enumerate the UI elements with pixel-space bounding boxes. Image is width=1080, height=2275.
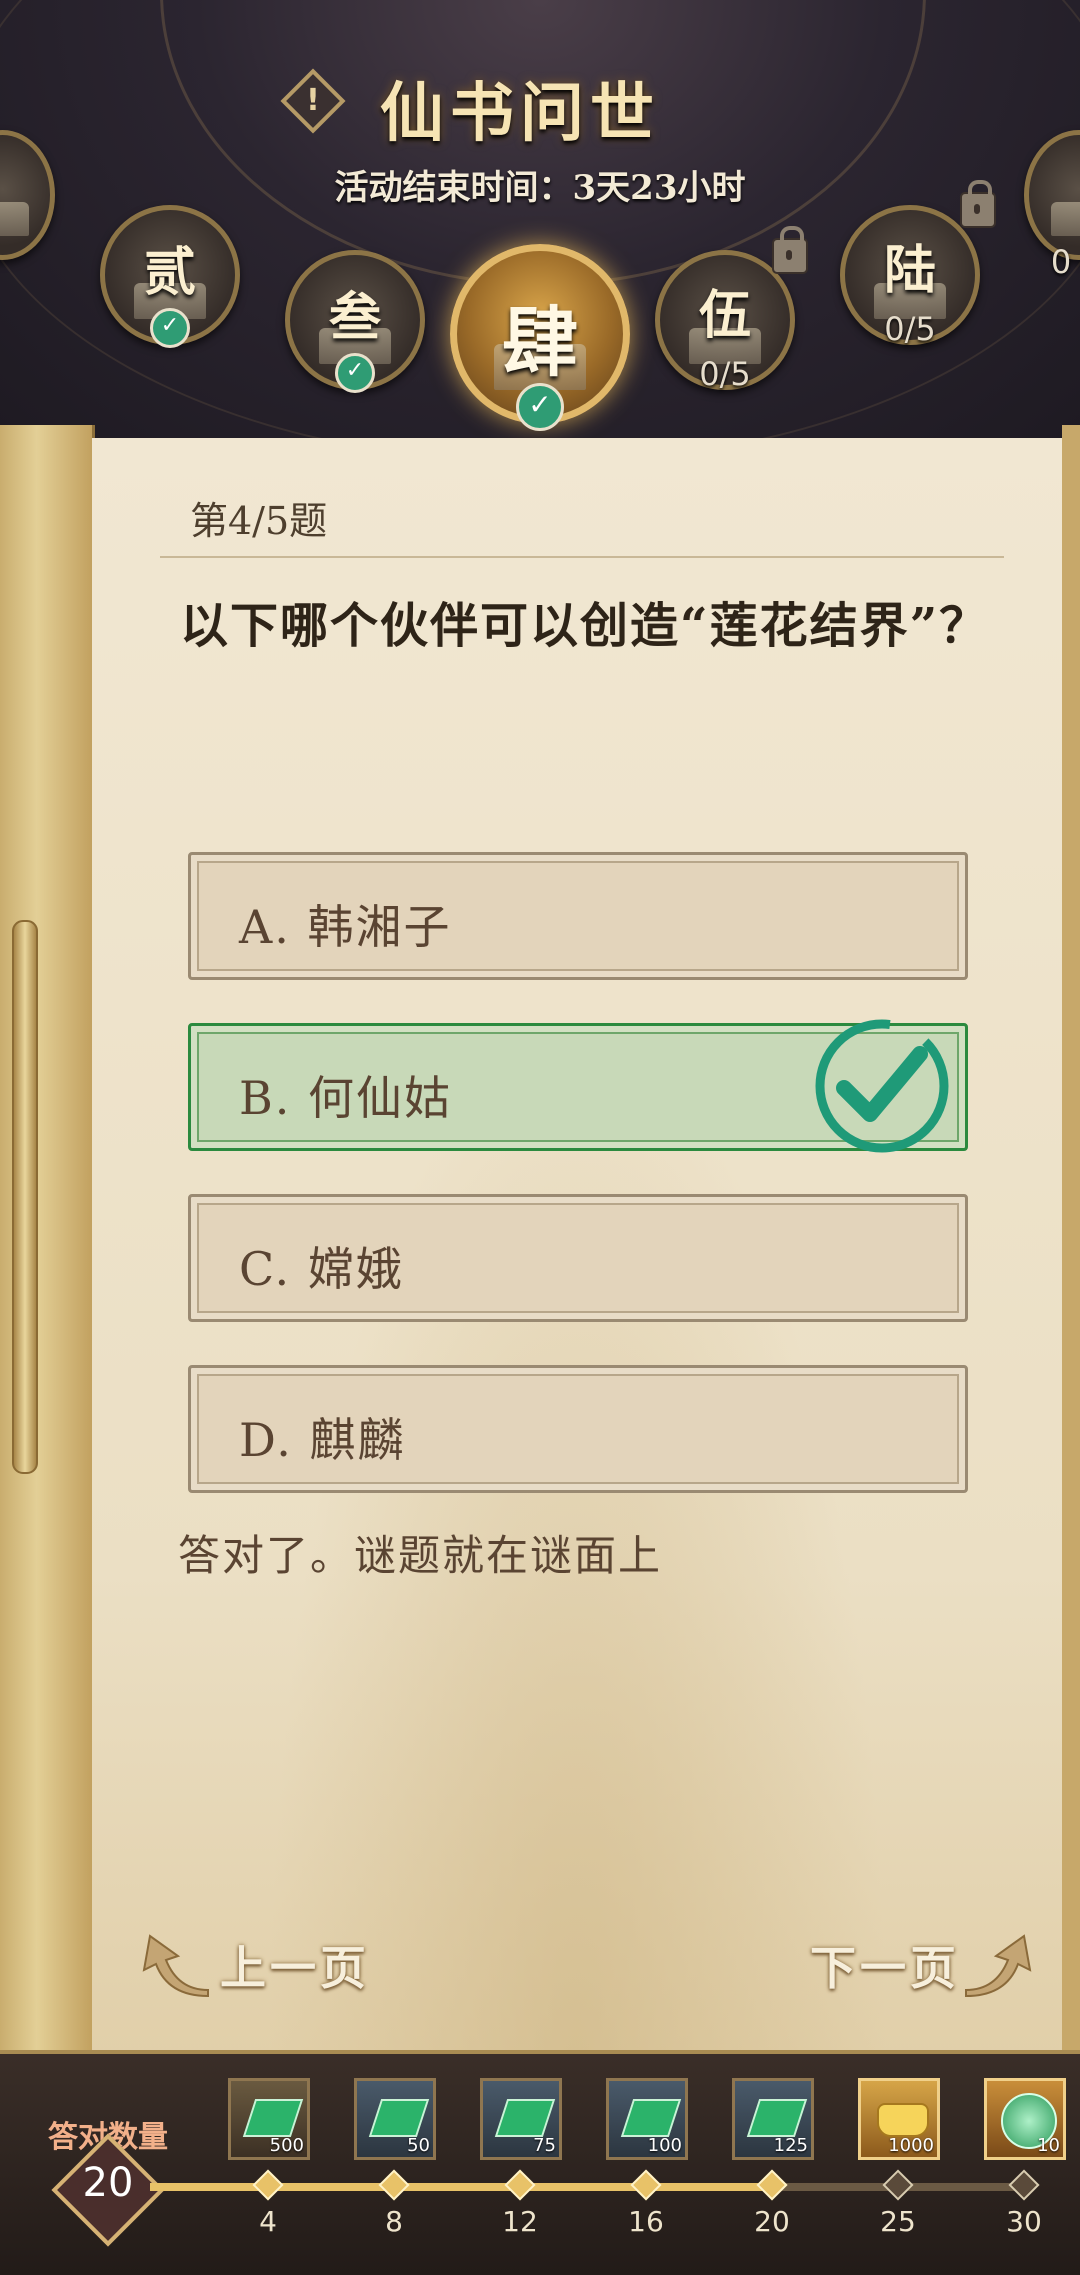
chapter-label: 肆	[502, 298, 578, 387]
question-text: 以下哪个伙伴可以创造“莲花结界”？	[180, 598, 990, 654]
checkmark-icon: ✓	[335, 353, 375, 393]
option-label: B. 何仙姑	[239, 1071, 453, 1125]
reward-qty: 75	[533, 2135, 556, 2156]
milestone-label: 30	[1006, 2205, 1042, 2238]
chapter-label: 贰	[143, 242, 196, 303]
option-d-button[interactable]: D. 麒麟	[188, 1365, 968, 1493]
timer-label: 活动结束时间：	[334, 168, 573, 208]
ticket-icon	[494, 2099, 556, 2137]
correct-count-value: 20	[82, 2160, 134, 2206]
reward-qty: 100	[647, 2135, 682, 2156]
reward-slot[interactable]: 125	[732, 2078, 814, 2160]
chapter-progress: 0	[1050, 243, 1072, 281]
checkmark-icon: ✓	[150, 308, 190, 348]
reward-slot[interactable]: 500	[228, 2078, 310, 2160]
lock-icon	[960, 180, 996, 228]
event-timer: 活动结束时间：3天23小时	[0, 160, 1080, 209]
chapter-label: 伍	[698, 285, 751, 346]
gold-ingot-icon	[877, 2103, 929, 2137]
milestone-label: 20	[754, 2205, 790, 2238]
option-c-button[interactable]: C. 嫦娥	[188, 1194, 968, 1322]
ticket-icon	[242, 2099, 304, 2137]
ticket-icon	[368, 2099, 430, 2137]
milestone-label: 8	[385, 2205, 403, 2238]
reward-slot[interactable]: 50	[354, 2078, 436, 2160]
milestone-label: 25	[880, 2205, 916, 2238]
chapter-progress: 0/5	[699, 355, 751, 393]
chapter-2-button[interactable]: 贰 ✓	[100, 205, 240, 348]
event-title: 仙书问世	[380, 76, 660, 151]
milestone-label: 16	[628, 2205, 664, 2238]
next-arrow-icon[interactable]	[960, 1930, 1036, 2000]
timer-value: 3天23小时	[572, 168, 746, 208]
option-label: D. 麒麟	[239, 1413, 406, 1467]
milestone-label: 4	[259, 2205, 277, 2238]
answer-feedback: 答对了。谜题就在谜面上	[178, 1531, 663, 1580]
reward-qty: 10	[1037, 2135, 1060, 2156]
reward-slot[interactable]: 10	[984, 2078, 1066, 2160]
scroll-frame-left	[0, 425, 95, 2065]
option-a-button[interactable]: A. 韩湘子	[188, 852, 968, 980]
chapter-3-button[interactable]: 叁 ✓	[285, 250, 425, 393]
reward-slot[interactable]: 100	[606, 2078, 688, 2160]
question-number: 第4/5题	[190, 499, 328, 543]
reward-qty: 50	[407, 2135, 430, 2156]
ticket-icon	[620, 2099, 682, 2137]
checkmark-icon: ✓	[516, 383, 564, 431]
milestone-label: 12	[502, 2205, 538, 2238]
prev-arrow-icon[interactable]	[138, 1930, 214, 2000]
chapter-label: 叁	[328, 287, 381, 348]
chapter-6-button[interactable]: 陆 0/5	[840, 205, 980, 348]
reward-qty: 1000	[888, 2135, 934, 2156]
reward-qty: 125	[773, 2135, 808, 2156]
chapter-label: 陆	[883, 240, 936, 301]
book-icon	[1051, 202, 1080, 236]
lock-icon	[772, 226, 808, 274]
option-label: A. 韩湘子	[239, 900, 452, 954]
ticket-icon	[746, 2099, 808, 2137]
chapter-progress: 0/5	[884, 310, 936, 348]
correct-check-icon	[815, 1019, 949, 1153]
option-label: C. 嫦娥	[239, 1242, 404, 1296]
divider	[160, 556, 1004, 558]
scroll-rod	[12, 920, 38, 1474]
scroll-frame-right	[1062, 425, 1080, 2065]
chapter-4-button[interactable]: 肆 ✓	[450, 244, 630, 431]
reward-slot[interactable]: 75	[480, 2078, 562, 2160]
reward-slot[interactable]: 1000	[858, 2078, 940, 2160]
progress-fill	[150, 2183, 773, 2191]
reward-qty: 500	[269, 2135, 304, 2156]
prev-page-button[interactable]: 上一页	[220, 1932, 370, 1998]
next-page-button[interactable]: 下一页	[810, 1932, 960, 1998]
book-icon	[0, 202, 30, 236]
